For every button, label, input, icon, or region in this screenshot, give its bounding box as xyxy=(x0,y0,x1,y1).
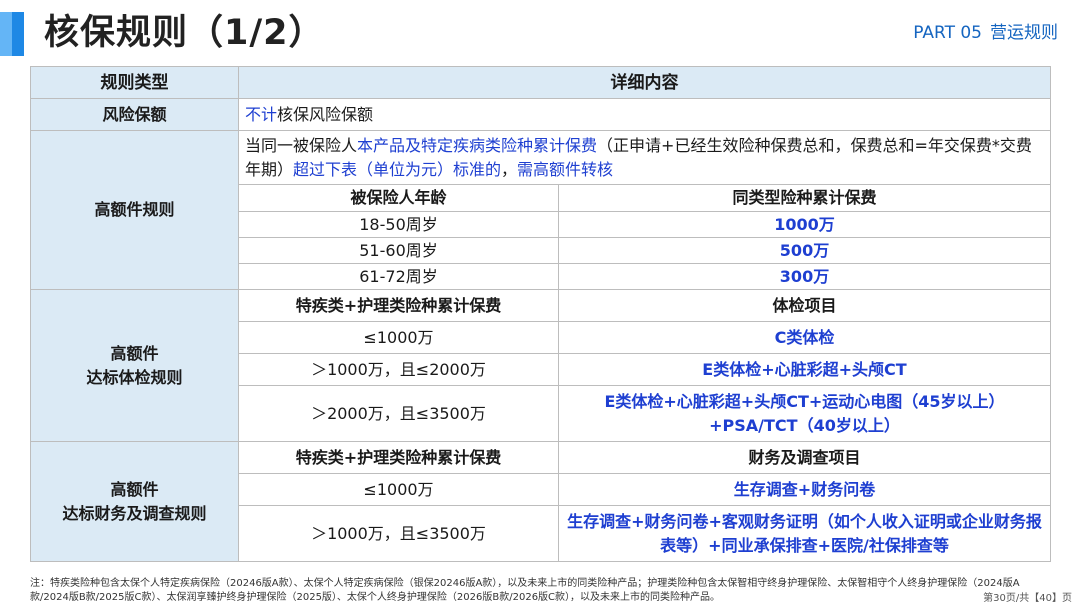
table-row: 风险保额 不计核保风险保额 xyxy=(30,98,1051,131)
range-cell: ＞1000万，且≤2000万 xyxy=(238,353,559,386)
table-row: 高额件达标财务及调查规则 特疾类+护理类险种累计保费 财务及调查项目 xyxy=(30,441,1051,562)
risk-detail: 不计核保风险保额 xyxy=(238,98,1051,131)
rule-category-medical: 高额件 达标体检规则 xyxy=(30,289,239,442)
table-row: 高额件规则 当同一被保险人本产品及特定疾病类险种累计保费（正申请+已经生效险种保… xyxy=(30,130,1051,290)
sub-header-finance-items: 财务及调查项目 xyxy=(558,441,1051,474)
exam-cell: E类体检+心脏彩超+头颅CT xyxy=(558,353,1051,386)
range-cell: ＞2000万，且≤3500万 xyxy=(238,385,559,442)
premium-cell: 300万 xyxy=(558,263,1051,290)
rule-category-high-amount: 高额件规则 xyxy=(30,130,239,290)
range-cell: ＞1000万，且≤3500万 xyxy=(238,505,559,562)
age-cell: 51-60周岁 xyxy=(238,237,559,264)
range-cell: ≤1000万 xyxy=(238,321,559,354)
sub-header-age: 被保险人年龄 xyxy=(238,184,559,212)
range-cell: ≤1000万 xyxy=(238,473,559,506)
exam-cell: C类体检 xyxy=(558,321,1051,354)
category-line: 达标财务及调查规则 xyxy=(62,503,207,523)
exam-cell: E类体检+心脏彩超+头颅CT+运动心电图（45岁以上）+PSA/TCT（40岁以… xyxy=(558,385,1051,442)
risk-highlight: 不计 xyxy=(245,104,278,124)
page-indicator: 第30页/共【40】页 xyxy=(983,593,1072,604)
desc-highlight: 超过下表（单位为元）标准的 xyxy=(293,159,502,179)
table-row: 高额件达标体检规则 特疾类+护理类险种累计保费 体检项目 xyxy=(30,289,1051,442)
category-line: 达标体检规则 xyxy=(86,367,183,387)
desc-text: 当同一被保险人 xyxy=(245,135,358,155)
desc-highlight: 需高额件转核 xyxy=(517,159,614,179)
category-line: 高额件 xyxy=(110,343,159,363)
section-number: PART 05 xyxy=(913,23,982,43)
category-line: 高额件 xyxy=(110,479,159,499)
table-header-row: 规则类型 详细内容 xyxy=(30,66,1051,99)
premium-cell: 500万 xyxy=(558,237,1051,264)
risk-text: 核保风险保额 xyxy=(277,104,374,124)
finance-cell: 生存调查+财务问卷+客观财务证明（如个人收入证明或企业财务报表等）+同业承保排查… xyxy=(558,505,1051,562)
sub-header-exam-items: 体检项目 xyxy=(558,289,1051,322)
sub-header-premium-range: 特疾类+护理类险种累计保费 xyxy=(238,441,559,474)
section-label: PART 05 营运规则 xyxy=(913,20,1058,46)
sub-header-premium: 同类型险种累计保费 xyxy=(558,184,1051,212)
page-title: 核保规则（1/2） xyxy=(44,13,325,53)
rule-category-finance: 高额件达标财务及调查规则 xyxy=(30,441,239,562)
column-header-details: 详细内容 xyxy=(238,66,1051,99)
premium-cell: 1000万 xyxy=(558,211,1051,238)
rules-table: 规则类型 详细内容 风险保额 不计核保风险保额 高额件规则 当同一被保险人本产品… xyxy=(30,66,1051,562)
sub-header-premium-range: 特疾类+护理类险种累计保费 xyxy=(238,289,559,322)
title-accent-bar-light xyxy=(0,12,12,56)
section-name: 营运规则 xyxy=(990,23,1058,43)
finance-cell: 生存调查+财务问卷 xyxy=(558,473,1051,506)
rule-category-risk: 风险保额 xyxy=(30,98,239,131)
age-cell: 18-50周岁 xyxy=(238,211,559,238)
column-header-rule-type: 规则类型 xyxy=(30,66,239,99)
desc-text: ， xyxy=(501,159,518,179)
desc-highlight: 本产品及特定疾病类险种累计保费 xyxy=(357,135,598,155)
age-cell: 61-72周岁 xyxy=(238,263,559,290)
footnote: 注：特疾类险种包含太保个人特定疾病保险（20246版A款）、太保个人特定疾病保险… xyxy=(30,578,1020,603)
high-amount-description: 当同一被保险人本产品及特定疾病类险种累计保费（正申请+已经生效险种保费总和，保费… xyxy=(238,130,1051,185)
